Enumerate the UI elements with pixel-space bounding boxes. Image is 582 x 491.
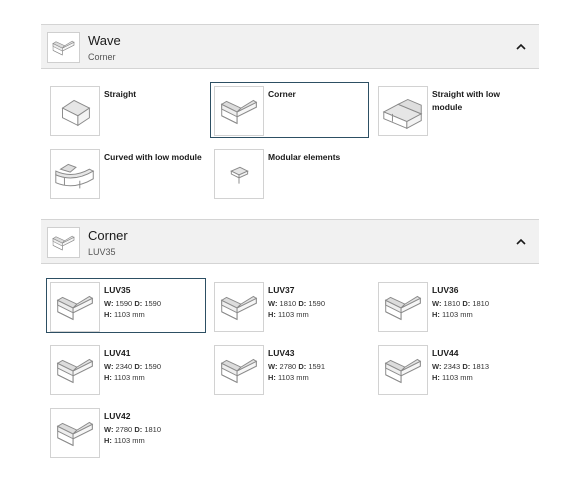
model-dimensions-h: H: 1103 mm bbox=[104, 310, 145, 319]
model-dimensions-wd: W: 2780 D: 1810 bbox=[104, 425, 162, 434]
model-dimensions-h: H: 1103 mm bbox=[432, 310, 473, 319]
corner-module-icon bbox=[50, 408, 100, 458]
model-dimensions-h: H: 1103 mm bbox=[104, 373, 145, 382]
model-label: LUV44 bbox=[432, 348, 459, 358]
model-dimensions-h: H: 1103 mm bbox=[268, 310, 309, 319]
straight-low-module-icon bbox=[378, 86, 428, 136]
corner-module-icon bbox=[50, 282, 100, 332]
section-subtitle: LUV35 bbox=[88, 247, 116, 257]
option-label: Straight bbox=[104, 89, 137, 99]
model-dimensions-wd: W: 1810 D: 1810 bbox=[432, 299, 490, 308]
option-corner[interactable]: Corner bbox=[210, 82, 369, 138]
curved-low-module-icon bbox=[50, 149, 100, 199]
corner-module-icon bbox=[47, 32, 80, 63]
model-luv41[interactable]: LUV41 W: 2340 D: 1590 H: 1103 mm bbox=[46, 341, 206, 397]
straight-module-icon bbox=[50, 86, 100, 136]
model-dimensions-h: H: 1103 mm bbox=[432, 373, 473, 382]
chevron-up-icon[interactable] bbox=[515, 237, 527, 247]
section-title: Wave bbox=[88, 33, 121, 48]
model-luv35[interactable]: LUV35 W: 1590 D: 1590 H: 1103 mm bbox=[46, 278, 206, 333]
model-label: LUV37 bbox=[268, 285, 295, 295]
modular-element-icon bbox=[214, 149, 264, 199]
model-dimensions-wd: W: 1810 D: 1590 bbox=[268, 299, 326, 308]
model-label: LUV42 bbox=[104, 411, 131, 421]
corner-section-header[interactable]: Corner LUV35 bbox=[41, 219, 539, 264]
option-label: Curved with low module bbox=[104, 152, 202, 162]
model-dimensions-h: H: 1103 mm bbox=[268, 373, 309, 382]
option-straight-with-low-module[interactable]: Straight with low module bbox=[374, 82, 534, 138]
model-label: LUV43 bbox=[268, 348, 295, 358]
corner-module-icon bbox=[378, 345, 428, 395]
corner-module-icon bbox=[47, 227, 80, 258]
model-dimensions-wd: W: 1590 D: 1590 bbox=[104, 299, 162, 308]
chevron-up-icon[interactable] bbox=[515, 42, 527, 52]
section-subtitle: Corner bbox=[88, 52, 116, 62]
model-luv44[interactable]: LUV44 W: 2343 D: 1813 H: 1103 mm bbox=[374, 341, 534, 397]
model-luv43[interactable]: LUV43 W: 2780 D: 1591 H: 1103 mm bbox=[210, 341, 370, 397]
option-label: Straight with low module bbox=[432, 89, 500, 112]
wave-section-header[interactable]: Wave Corner bbox=[41, 24, 539, 69]
model-label: LUV41 bbox=[104, 348, 131, 358]
option-modular-elements[interactable]: Modular elements bbox=[210, 145, 370, 201]
corner-module-icon bbox=[214, 345, 264, 395]
model-dimensions-h: H: 1103 mm bbox=[104, 436, 145, 445]
option-label: Corner bbox=[268, 89, 296, 99]
model-luv37[interactable]: LUV37 W: 1810 D: 1590 H: 1103 mm bbox=[210, 278, 370, 334]
model-label: LUV36 bbox=[432, 285, 459, 295]
model-luv42[interactable]: LUV42 W: 2780 D: 1810 H: 1103 mm bbox=[46, 404, 206, 460]
corner-module-icon bbox=[378, 282, 428, 332]
model-label: LUV35 bbox=[104, 285, 131, 295]
corner-module-icon bbox=[214, 86, 264, 136]
model-dimensions-wd: W: 2780 D: 1591 bbox=[268, 362, 326, 371]
option-straight[interactable]: Straight bbox=[46, 82, 206, 138]
model-dimensions-wd: W: 2340 D: 1590 bbox=[104, 362, 162, 371]
option-label: Modular elements bbox=[268, 152, 341, 162]
model-luv36[interactable]: LUV36 W: 1810 D: 1810 H: 1103 mm bbox=[374, 278, 534, 334]
model-dimensions-wd: W: 2343 D: 1813 bbox=[432, 362, 490, 371]
corner-module-icon bbox=[214, 282, 264, 332]
section-title: Corner bbox=[88, 228, 128, 243]
option-curved-with-low-module[interactable]: Curved with low module bbox=[46, 145, 206, 201]
corner-module-icon bbox=[50, 345, 100, 395]
